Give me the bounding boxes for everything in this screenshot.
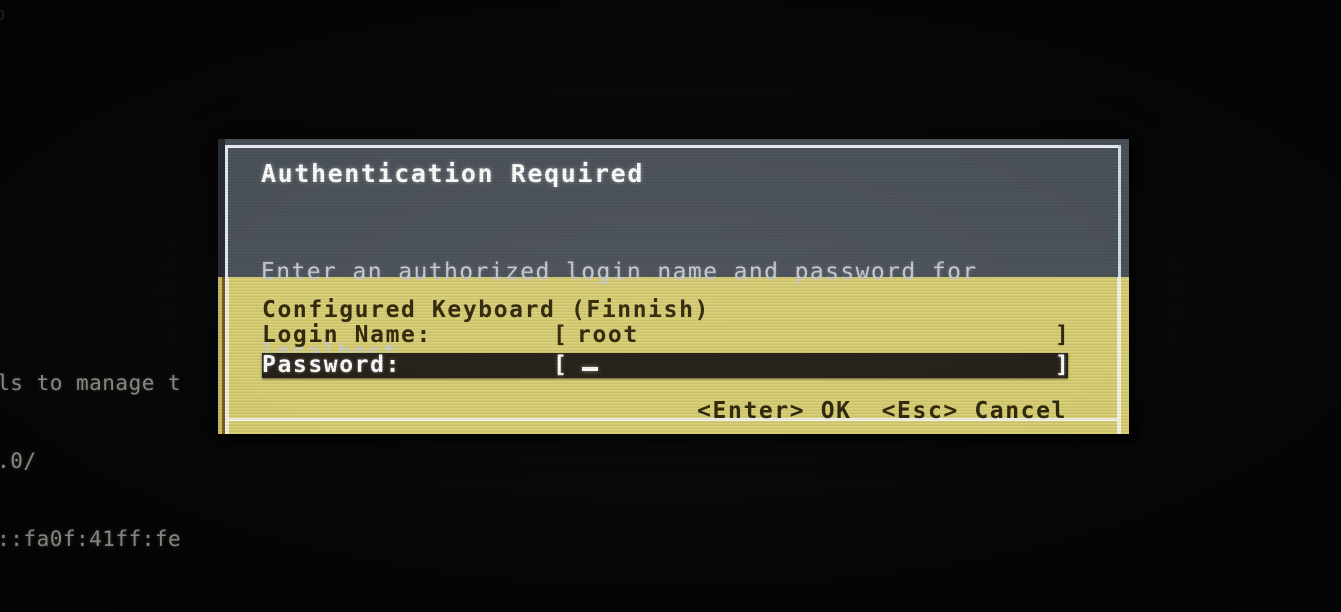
crt-screen: o ols to manage t 0.0/ 0::fa0f:41ff:fe A… bbox=[0, 0, 1341, 612]
login-name-field-row[interactable]: Login Name: [ root ] bbox=[262, 322, 1069, 349]
console-line: ols to manage t bbox=[0, 371, 182, 395]
login-name-input[interactable]: root bbox=[577, 322, 639, 348]
authentication-dialog: Authentication Required Enter an authori… bbox=[218, 139, 1129, 434]
dialog-frame-right-lower bbox=[1117, 277, 1121, 434]
password-bracket-open: [ bbox=[553, 352, 569, 378]
console-line: 0::fa0f:41ff:fe bbox=[0, 527, 182, 551]
console-top-fragment: o bbox=[0, 2, 5, 26]
console-line: 0.0/ bbox=[0, 449, 37, 473]
dialog-frame-right-upper bbox=[1118, 145, 1121, 277]
dialog-message-line: Enter an authorized login name and passw… bbox=[261, 259, 978, 285]
dialog-button-row: <Enter> OK <Esc> Cancel bbox=[697, 398, 1067, 424]
console-background-text: ols to manage t 0.0/ 0::fa0f:41ff:fe bbox=[0, 318, 181, 604]
ok-button-key: <Enter> bbox=[697, 398, 806, 424]
ok-button-label: OK bbox=[820, 398, 852, 424]
cancel-button[interactable]: <Esc> Cancel bbox=[882, 398, 1067, 424]
dialog-frame-left-lower bbox=[225, 277, 229, 434]
login-name-label: Login Name: bbox=[262, 322, 432, 348]
login-name-bracket-open: [ bbox=[553, 322, 569, 348]
dialog-frame-top bbox=[225, 145, 1121, 148]
configured-keyboard-label: Configured Keyboard (Finnish) bbox=[262, 297, 710, 323]
password-bracket-close: ] bbox=[1055, 352, 1071, 378]
ok-button[interactable]: <Enter> OK bbox=[697, 398, 852, 424]
password-label: Password: bbox=[262, 352, 402, 378]
login-name-bracket-close: ] bbox=[1055, 322, 1071, 348]
password-field-row[interactable]: Password: [ ] bbox=[262, 352, 1071, 378]
dialog-header: Authentication Required Enter an authori… bbox=[218, 139, 1129, 366]
dialog-header-left-edge bbox=[218, 139, 225, 277]
dialog-title: Authentication Required bbox=[261, 159, 644, 188]
text-cursor-icon bbox=[582, 367, 598, 371]
dialog-frame-left-upper bbox=[225, 145, 228, 277]
cancel-button-label: Cancel bbox=[974, 398, 1067, 424]
cancel-button-key: <Esc> bbox=[881, 398, 959, 424]
